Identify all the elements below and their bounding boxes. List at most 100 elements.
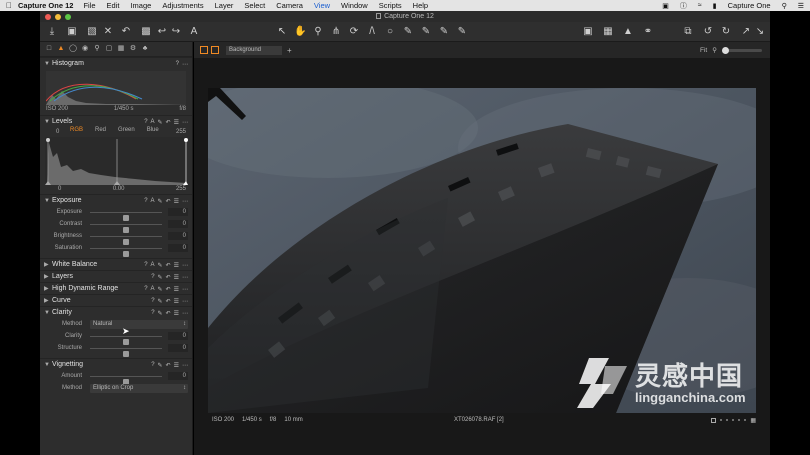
- picker-icon[interactable]: ✎: [158, 298, 163, 305]
- presets-icon[interactable]: ☰: [174, 286, 179, 293]
- chevron-down-icon[interactable]: ▼: [44, 198, 52, 204]
- redo-adjust-icon[interactable]: ↻: [720, 26, 732, 38]
- levels-input-mid[interactable]: 0.00: [113, 186, 125, 193]
- help-icon[interactable]: ?: [144, 119, 147, 125]
- brightness-slider[interactable]: [90, 236, 162, 245]
- library-tab-icon[interactable]: □: [45, 45, 53, 53]
- slider-handle[interactable]: [123, 251, 129, 257]
- levels-input-high[interactable]: 255: [176, 186, 186, 193]
- delete-icon[interactable]: ✕: [102, 26, 114, 38]
- exposure-tab-icon[interactable]: ▲: [57, 45, 65, 53]
- vignetting-tool-header[interactable]: ▼ Vignetting ? ✎ ↶ ☰ ⋯: [40, 358, 192, 370]
- details-tab-icon[interactable]: ⚲: [93, 45, 101, 53]
- exposure-value-field[interactable]: 0: [168, 208, 188, 216]
- apple-menu-icon[interactable]: : [0, 1, 18, 10]
- more-icon[interactable]: ⋯: [182, 262, 188, 269]
- tether-icon[interactable]: ▧: [86, 26, 98, 38]
- apply-adjust-icon[interactable]: ↗: [740, 26, 752, 38]
- annotation-tool-icon[interactable]: ✎: [456, 26, 468, 38]
- single-view-icon[interactable]: [211, 46, 219, 54]
- adjustments-tab-icon[interactable]: ▦: [117, 45, 125, 53]
- menu-list-icon[interactable]: ☰: [798, 2, 804, 10]
- menu-select[interactable]: Select: [244, 1, 265, 10]
- picker-icon[interactable]: ✎: [158, 310, 163, 317]
- reset-icon[interactable]: ↶: [120, 26, 132, 38]
- close-window-button[interactable]: [45, 13, 51, 20]
- auto-icon[interactable]: A: [151, 119, 155, 125]
- rating-dot[interactable]: [732, 419, 735, 421]
- histogram-tool-header[interactable]: ▼ Histogram ? ⋯: [40, 57, 192, 69]
- gradient-tool-icon[interactable]: ✎: [438, 26, 450, 38]
- channel-blue[interactable]: Blue: [147, 127, 159, 133]
- chevron-right-icon[interactable]: ▶: [44, 261, 52, 268]
- search-icon[interactable]: ⚲: [782, 2, 787, 10]
- exposure-slider[interactable]: [90, 212, 162, 221]
- vignetting-method-select[interactable]: Elliptic on Crop: [90, 384, 188, 393]
- presets-icon[interactable]: ☰: [174, 310, 179, 317]
- menu-help[interactable]: Help: [413, 1, 428, 10]
- amount-slider[interactable]: [90, 376, 162, 385]
- zoom-fit-label[interactable]: Fit: [700, 47, 707, 54]
- picker-icon[interactable]: ✎: [158, 274, 163, 281]
- crop-tool-icon[interactable]: ⋔: [330, 26, 342, 38]
- more-icon[interactable]: ⋯: [182, 310, 188, 317]
- structure-value-field[interactable]: 0: [168, 344, 188, 352]
- picker-icon[interactable]: ✎: [158, 262, 163, 269]
- brightness-value-field[interactable]: 0: [168, 232, 188, 240]
- rating-dot[interactable]: [720, 419, 723, 421]
- color-tab-icon[interactable]: ◉: [81, 45, 89, 53]
- reset-icon[interactable]: ↶: [166, 362, 171, 369]
- info-icon[interactable]: ⓘ: [680, 1, 687, 11]
- import-icon[interactable]: ⤓: [46, 26, 58, 38]
- reset-icon[interactable]: ↶: [166, 310, 171, 317]
- levels-tool-header[interactable]: ▼ Levels ? A ✎ ↶ ☰ ⋯: [40, 115, 192, 127]
- zoom-icon[interactable]: ⚲: [712, 46, 717, 54]
- help-icon[interactable]: ?: [144, 198, 147, 204]
- amount-value-field[interactable]: 0: [168, 372, 188, 380]
- copy-apply-icon[interactable]: ↘: [754, 26, 766, 38]
- hdr-tool-header[interactable]: ▶ High Dynamic Range ? A ✎ ↶ ☰ ⋯: [40, 282, 192, 294]
- rating-dot[interactable]: [738, 419, 741, 421]
- reset-icon[interactable]: ↶: [166, 262, 171, 269]
- help-icon[interactable]: ?: [151, 362, 154, 368]
- help-icon[interactable]: ?: [176, 61, 179, 67]
- exposure-tool-header[interactable]: ▼ Exposure ? A ✎ ↶ ☰ ⋯: [40, 194, 192, 206]
- presets-icon[interactable]: ☰: [174, 362, 179, 369]
- lens-tab-icon[interactable]: ◯: [69, 45, 77, 53]
- spot-tool-icon[interactable]: ○: [384, 26, 396, 38]
- channel-red[interactable]: Red: [95, 127, 106, 133]
- chevron-down-icon[interactable]: ▼: [44, 61, 52, 67]
- keystone-tool-icon[interactable]: /\: [366, 26, 378, 38]
- clarity-method-select[interactable]: Natural: [90, 320, 188, 329]
- chevron-right-icon[interactable]: ▶: [44, 285, 52, 292]
- more-icon[interactable]: ⋯: [182, 198, 188, 205]
- menu-layer[interactable]: Layer: [215, 1, 234, 10]
- wifi-icon[interactable]: ≈: [698, 2, 702, 9]
- export-icon[interactable]: ▩: [140, 26, 152, 38]
- reset-icon[interactable]: ↶: [166, 286, 171, 293]
- slider-handle[interactable]: [123, 351, 129, 357]
- menu-adjustments[interactable]: Adjustments: [162, 1, 203, 10]
- layers-tool-header[interactable]: ▶ Layers ? ✎ ↶ ☰ ⋯: [40, 270, 192, 282]
- saturation-slider[interactable]: [90, 248, 162, 257]
- add-layer-icon[interactable]: +: [287, 46, 292, 55]
- curve-tool-header[interactable]: ▶ Curve ? ✎ ↶ ☰ ⋯: [40, 294, 192, 306]
- undo-icon[interactable]: ↩: [156, 26, 168, 38]
- proof-icon[interactable]: ⚭: [642, 26, 654, 38]
- chevron-right-icon[interactable]: ▶: [44, 297, 52, 304]
- rating-dot[interactable]: [744, 419, 747, 421]
- layer-select[interactable]: Background: [226, 45, 282, 55]
- battery-icon[interactable]: ▮: [713, 2, 717, 10]
- presets-icon[interactable]: ☰: [174, 298, 179, 305]
- help-icon[interactable]: ?: [151, 298, 154, 304]
- picker-icon[interactable]: ✎: [158, 119, 163, 126]
- rotate-tool-icon[interactable]: ⟳: [348, 26, 360, 38]
- menu-camera[interactable]: Camera: [276, 1, 303, 10]
- local-adjust-tab-icon[interactable]: ▢: [105, 45, 113, 53]
- output-tab-icon[interactable]: ♣: [141, 45, 149, 53]
- pan-tool-icon[interactable]: ✋: [294, 26, 306, 38]
- presets-icon[interactable]: ☰: [174, 262, 179, 269]
- reset-icon[interactable]: ↶: [166, 198, 171, 205]
- clarity-tool-header[interactable]: ▼ Clarity ? ✎ ↶ ☰ ⋯: [40, 306, 192, 318]
- more-icon[interactable]: ⋯: [182, 362, 188, 369]
